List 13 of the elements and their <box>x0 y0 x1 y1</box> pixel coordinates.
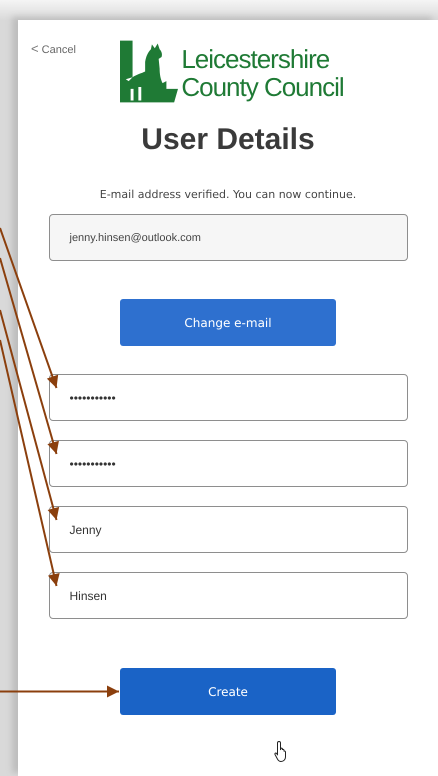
cancel-link[interactable]: < Cancel <box>31 41 76 56</box>
fox-emblem-icon <box>120 40 178 103</box>
input-field[interactable]: ••••••••••• <box>48 374 408 421</box>
email-field[interactable]: jenny.hinsen@outlook.com <box>48 214 408 261</box>
change-email-button[interactable]: Change e-mail <box>120 299 336 346</box>
logo-text: Leicestershire <box>181 45 330 73</box>
logo-text: County Council <box>181 73 344 101</box>
input-field[interactable]: ••••••••••• <box>48 440 408 487</box>
input-field[interactable]: Jenny <box>48 506 408 553</box>
status-message: E-mail address verified. You can now continue. <box>100 188 356 201</box>
create-button[interactable]: Create <box>120 668 336 715</box>
page-title: User Details <box>141 122 315 158</box>
input-field[interactable]: Hinsen <box>48 572 408 619</box>
